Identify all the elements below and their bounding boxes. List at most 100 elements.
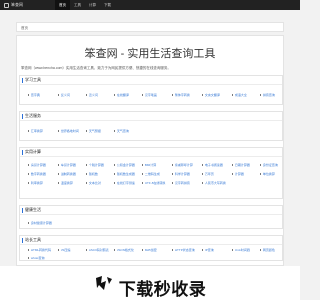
tool-link[interactable]: 身材健康计算器 (28, 221, 52, 225)
main-nav: 首页 工具 计算 下载 (55, 0, 115, 10)
section-title: 学习工具 (25, 77, 41, 82)
bullet-icon (28, 94, 30, 96)
nav-download[interactable]: 下载 (100, 0, 115, 10)
tool-link[interactable]: UTF-8在线转换 (142, 181, 165, 185)
tool-link[interactable]: 万年历 (202, 172, 214, 176)
tool-link[interactable]: 数字转换器 (28, 172, 46, 176)
tool-link[interactable]: 汉字转拼音 (172, 181, 190, 185)
tool-link[interactable]: JS压缩 (58, 248, 70, 252)
tool-link[interactable]: 日期计算器 (232, 163, 250, 167)
bullet-icon (202, 182, 204, 184)
tool-link[interactable]: 近义词 (86, 93, 98, 97)
bullet-icon (28, 173, 30, 175)
tool-link[interactable]: 随机数生成器 (114, 172, 135, 176)
tool-link[interactable]: 车贷计算器 (58, 163, 76, 167)
tool-link[interactable]: 亲戚称呼计算 (172, 163, 193, 167)
tool-link[interactable]: 电子书阅读器 (202, 163, 223, 167)
tool-link[interactable]: 文本比对 (86, 181, 101, 185)
tool-link[interactable]: 身份证查询 (260, 163, 278, 167)
tool-link[interactable]: 二维码生成 (142, 172, 160, 176)
bullet-icon (260, 94, 262, 96)
tool-link[interactable]: 随机数 (86, 172, 98, 176)
page-title: 笨查网 - 实用生活查询工具 (84, 48, 216, 60)
bullet-icon (58, 249, 60, 251)
tool-link[interactable]: 单位换算 (260, 172, 275, 176)
tool-link[interactable]: BMI计算 (142, 163, 156, 167)
tool-link[interactable]: 计算器 (232, 172, 244, 176)
tool-link[interactable]: 天气预报 (86, 129, 101, 133)
tool-link[interactable]: HTTP状态查询 (172, 248, 195, 252)
nav-tools[interactable]: 工具 (70, 0, 85, 10)
section-study-tools: 学习工具 查字典 反义词 近义词 在线翻译 汉字笔画 繁体字转换 文言文翻译 成… (19, 75, 283, 105)
tool-link[interactable]: 人民币大写转换 (202, 181, 226, 185)
tool-link[interactable]: 文言文翻译 (202, 93, 220, 97)
tool-link[interactable]: 公积金计算器 (114, 163, 135, 167)
bullet-icon (172, 164, 174, 166)
bullet-icon (142, 173, 144, 175)
tool-link[interactable]: 温度换算 (58, 181, 73, 185)
bullet-icon (260, 249, 262, 251)
nav-calc[interactable]: 计算 (85, 0, 100, 10)
bullet-icon (260, 173, 262, 175)
bullet-icon (58, 173, 60, 175)
section-webmaster: 站长工具 HTML转换代码 JS压缩 ASCII码对照表 JSON格式化 Md5… (19, 235, 283, 261)
footer: 下载秒收录 (0, 266, 300, 300)
bullet-icon (202, 94, 204, 96)
nav-home[interactable]: 首页 (55, 0, 70, 10)
bullet-icon (58, 182, 60, 184)
section-life-services: 生活服务 汇率换算 世界各地时间 天气预报 天气查询 (19, 111, 283, 141)
breadcrumb-home[interactable]: 首页 (21, 26, 28, 30)
tool-link[interactable]: 在线打字测速 (114, 181, 135, 185)
tool-link[interactable]: 科学计算器 (172, 172, 190, 176)
tool-link[interactable]: ASCII码对照表 (86, 248, 109, 252)
tool-link[interactable]: JSON格式化 (114, 248, 134, 252)
bullet-icon (28, 222, 30, 224)
tool-link[interactable]: 反义词 (58, 93, 70, 97)
tool-link[interactable]: 世界各地时间 (58, 129, 79, 133)
tool-link[interactable]: 拼音查询 (260, 93, 275, 97)
tool-link[interactable]: 成语大全 (232, 93, 247, 97)
bullet-icon (172, 249, 174, 251)
tool-link[interactable]: Unix时间戳 (232, 248, 250, 252)
bullet-icon (86, 249, 88, 251)
bullet-icon (114, 182, 116, 184)
top-navbar: 笨查网 首页 工具 计算 下载 (0, 0, 300, 10)
tool-link[interactable]: whois查询 (28, 256, 45, 260)
tool-link[interactable]: HTML转换代码 (28, 248, 51, 252)
bullet-icon (172, 173, 174, 175)
tool-link[interactable]: 个税计算器 (86, 163, 104, 167)
tool-link[interactable]: 汇率换算 (28, 129, 43, 133)
bullet-icon (28, 130, 30, 132)
tool-link[interactable]: Md5加密 (142, 248, 157, 252)
tool-link[interactable]: 天气查询 (114, 129, 129, 133)
bullet-icon (142, 249, 144, 251)
tool-link[interactable]: 查字典 (28, 93, 40, 97)
tool-link[interactable]: 繁体字转换 (172, 93, 190, 97)
bullet-icon (232, 164, 234, 166)
tool-link[interactable]: 利率换算 (28, 181, 43, 185)
tool-link[interactable]: 房贷计算器 (28, 163, 46, 167)
tool-link[interactable]: IP查询 (202, 248, 214, 252)
bullet-icon (28, 182, 30, 184)
bullet-icon (232, 249, 234, 251)
bullet-icon (86, 130, 88, 132)
bullet-icon (114, 173, 116, 175)
section-title: 健康生活 (25, 207, 41, 212)
site-logo[interactable]: 笨查网 (4, 0, 44, 10)
bullet-icon (28, 249, 30, 251)
tool-link[interactable]: 网页颜色 (260, 248, 275, 252)
section-marker (22, 149, 23, 155)
tool-link[interactable]: 在线翻译 (114, 93, 129, 97)
bullet-icon (114, 249, 116, 251)
bullet-icon (260, 164, 262, 166)
bullet-icon (86, 182, 88, 184)
watermark-logo-icon (94, 275, 114, 291)
site-intro: 笨查网（www.bencha.com）实用生活查询工具，致力于为网民提供方便、快… (21, 66, 171, 70)
section-title: 实用计算 (25, 149, 41, 154)
section-marker (22, 237, 23, 243)
tool-link[interactable]: 进制转换器 (58, 172, 76, 176)
tool-link[interactable]: 汉字笔画 (142, 93, 157, 97)
bullet-icon (86, 173, 88, 175)
section-marker (22, 113, 23, 119)
bullet-icon (202, 249, 204, 251)
